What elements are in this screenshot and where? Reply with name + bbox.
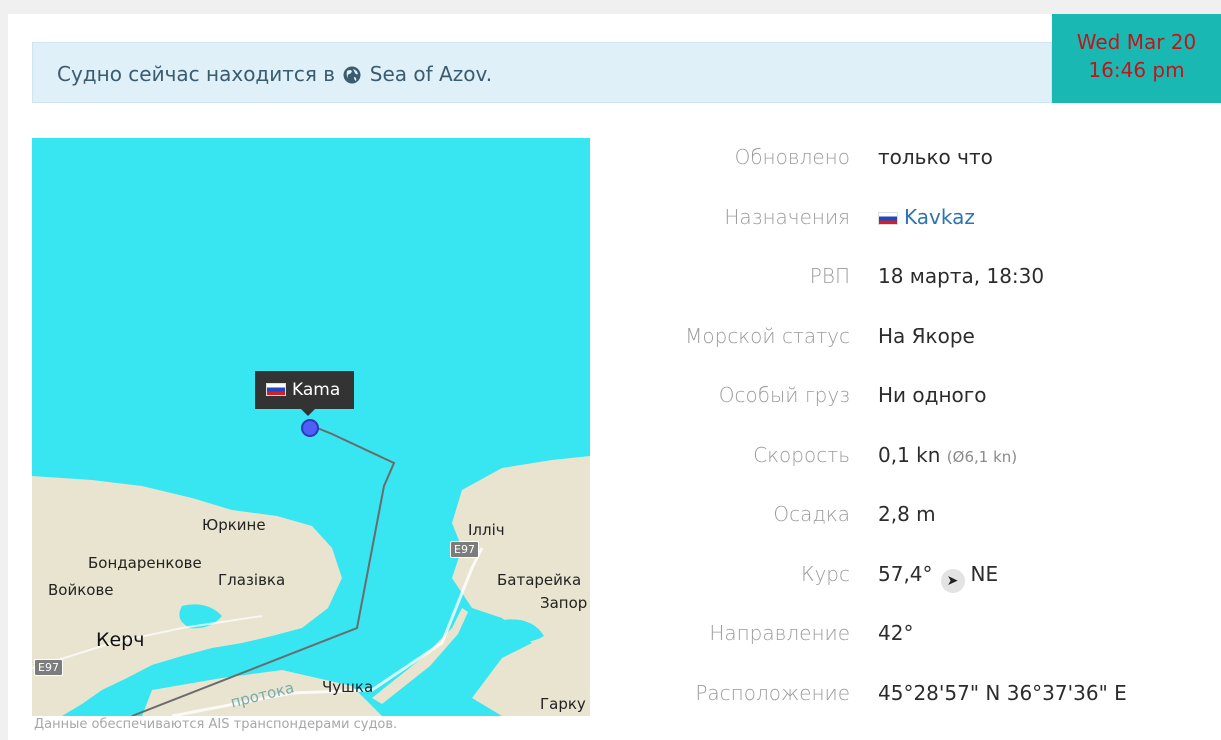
detail-row-navigation-status: Морской статус На Якоре [640,307,1220,367]
vessel-name: Kama [292,380,341,400]
map-label-zapor: Запор [540,594,588,612]
detail-row-position: Расположение 45°28'57" N 36°37'36" E [640,664,1220,724]
detail-value: 57,4° ➤ NE [878,562,998,593]
detail-label: Расположение [695,680,850,705]
navigation-arrow-icon: ➤ [940,568,965,593]
detail-row-updated: Обновлено только что [640,128,1220,188]
alert-prefix: Судно сейчас находится в [57,62,336,86]
detail-value: На Якоре [878,323,975,348]
detail-row-eta: РВП 18 марта, 18:30 [640,247,1220,307]
map-label-batareika: Батарейка [497,571,582,589]
detail-row-course: Курс 57,4° ➤ NE [640,545,1220,605]
speed-value: 0,1 kn [878,442,941,467]
map-label-chushka: Чушка [322,678,374,696]
course-direction: NE [970,561,999,586]
detail-label: Морской статус [685,323,850,348]
vessel-tooltip[interactable]: Kama [255,371,355,416]
detail-value: Kavkaz [878,205,975,229]
detail-label: Скорость [753,442,850,467]
detail-value: 18 марта, 18:30 [878,264,1045,288]
map-label-kerch: Керч [96,629,145,651]
detail-value: 42° [878,621,914,645]
average-speed: (Ø6,1 kn) [946,447,1018,466]
detail-label: Особый груз [718,383,850,407]
detail-row-special-cargo: Особый груз Ни одного [640,366,1220,426]
detail-label: Осадка [773,502,850,526]
detail-row-speed: Скорость 0,1 kn (Ø6,1 kn) [640,426,1220,486]
time-text: 16:46 pm [1088,58,1185,82]
destination-link[interactable]: Kavkaz [904,205,975,229]
detail-label: Назначения [724,204,850,229]
map-caption: Данные обеспечиваются AIS транспондерами… [34,717,398,732]
alert-location: Sea of Azov. [369,62,493,86]
globe-icon [343,66,361,84]
road-badge: E97 [450,541,479,558]
detail-label: Обновлено [734,145,850,169]
detail-value: 0,1 kn (Ø6,1 kn) [878,443,1017,467]
vessel-map[interactable]: Юркине Бондаренкове Глазівка Войкове Кер… [32,138,590,716]
location-alert-text: Судно сейчас находится в Sea of Azov. [57,62,492,86]
detail-value: 45°28'57" N 36°37'36" E [878,680,1127,705]
map-label-yurkyne: Юркине [202,516,266,534]
road-badge: E97 [34,659,63,676]
detail-row-draught: Осадка 2,8 m [640,485,1220,545]
datetime-box: Wed Mar 20 16:46 pm [1052,14,1221,103]
detail-value: только что [878,145,993,169]
detail-value: Ни одного [878,383,987,407]
russia-flag-icon [878,211,898,225]
map-label-glazivka: Глазівка [218,571,286,589]
map-label-bondarenkove: Бондаренкове [88,554,202,572]
vessel-details: Обновлено только что Назначения Kavkaz Р… [640,128,1220,723]
detail-label: Курс [800,561,850,586]
location-alert: Судно сейчас находится в Sea of Azov. [32,42,1052,103]
map-label-ilich: Ілліч [468,521,505,539]
detail-label: РВП [809,264,850,288]
map-label-garku: Гарку [540,695,586,713]
course-value: 57,4° [878,561,933,586]
map-label-voykove: Войкове [48,581,114,599]
detail-label: Направление [709,621,850,645]
detail-value: 2,8 m [878,502,936,526]
date-text: Wed Mar 20 [1076,30,1197,54]
detail-row-heading: Направление 42° [640,604,1220,664]
russia-flag-icon [266,383,286,396]
vessel-position-marker[interactable] [301,419,319,437]
detail-row-destination: Назначения Kavkaz [640,188,1220,248]
